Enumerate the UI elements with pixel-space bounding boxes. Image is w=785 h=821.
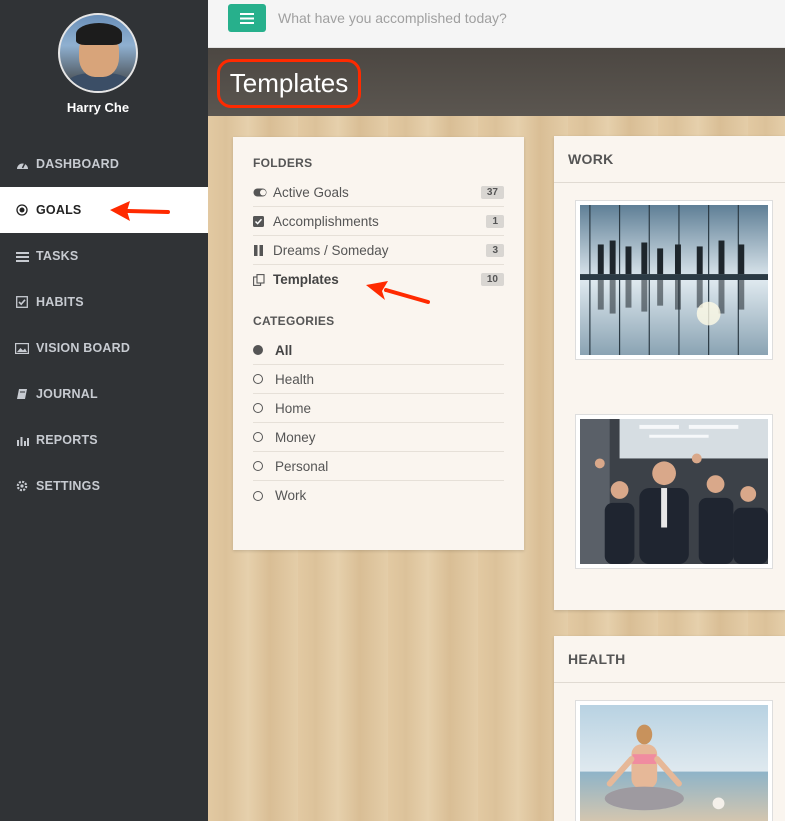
sidebar-item-label: HABITS [36,295,84,309]
category-item-home[interactable]: Home [253,394,504,423]
target-icon [13,203,31,217]
categories-heading: CATEGORIES [253,314,335,328]
sidebar-item-label: SETTINGS [36,479,101,493]
sidebar-item-label: TASKS [36,249,79,263]
sidebar-item-label: JOURNAL [36,387,98,401]
category-item-money[interactable]: Money [253,423,504,452]
bar-chart-icon [13,433,31,447]
sidebar-item-settings[interactable]: SETTINGS [0,463,208,509]
template-thumbnail[interactable] [575,414,773,569]
count-badge: 10 [480,273,504,286]
template-thumbnail[interactable] [575,700,773,821]
dashboard-icon [13,157,31,171]
template-thumbnail[interactable] [575,200,773,360]
gear-icon [13,479,31,493]
folders-heading: FOLDERS [253,156,313,170]
book-icon [13,387,31,401]
count-badge: 3 [486,243,504,257]
menu-toggle-button[interactable] [228,4,266,32]
radio-empty-icon [253,403,263,413]
pause-icon [253,244,269,256]
category-item-personal[interactable]: Personal [253,452,504,481]
category-item-work[interactable]: Work [253,481,504,510]
sidebar-item-label: DASHBOARD [36,157,120,171]
toggle-icon [253,188,269,197]
folder-item-active-goals[interactable]: Active Goals 37 [253,178,504,207]
category-card-health: HEALTH [554,636,785,821]
count-badge: 37 [480,185,504,199]
category-card-work: WORK [554,136,785,610]
sidebar-item-vision-board[interactable]: VISION BOARD [0,325,208,371]
accomplishment-input[interactable] [278,4,758,32]
top-bar [208,0,785,48]
avatar[interactable] [58,13,138,93]
card-title: WORK [554,136,785,183]
sidebar-item-habits[interactable]: HABITS [0,279,208,325]
sidebar-item-tasks[interactable]: TASKS [0,233,208,279]
category-item-all[interactable]: All [253,336,504,365]
sidebar: Harry Che DASHBOARD GOALS TASKS HABITS V… [0,0,208,821]
sidebar-item-goals[interactable]: GOALS [0,187,208,233]
annotation-arrow-icon [110,201,170,221]
radio-empty-icon [253,461,263,471]
sidebar-item-dashboard[interactable]: DASHBOARD [0,141,208,187]
celebrating-crowd-image [580,419,768,564]
image-icon [13,341,31,355]
sidebar-item-label: GOALS [36,203,82,217]
folder-panel: FOLDERS Active Goals 37 Accomplishments … [233,137,524,550]
card-title: HEALTH [554,636,785,683]
copy-icon [253,273,269,286]
folder-item-dreams-someday[interactable]: Dreams / Someday 3 [253,236,504,265]
annotation-arrow-icon [366,281,430,304]
hamburger-icon [240,12,254,24]
page-title: Templates [217,59,361,108]
folder-item-accomplishments[interactable]: Accomplishments 1 [253,207,504,236]
sidebar-item-label: REPORTS [36,433,98,447]
radio-empty-icon [253,374,263,384]
checkbox-icon [253,215,269,227]
radio-empty-icon [253,432,263,442]
list-icon [13,249,31,263]
yoga-beach-image [580,705,768,821]
radio-filled-icon [253,345,263,355]
category-item-health[interactable]: Health [253,365,504,394]
user-name: Harry Che [66,100,130,115]
check-square-icon [13,295,31,309]
business-meeting-image [580,205,768,355]
sidebar-item-reports[interactable]: REPORTS [0,417,208,463]
count-badge: 1 [486,214,504,228]
sidebar-item-label: VISION BOARD [36,341,131,355]
radio-empty-icon [253,490,263,501]
sidebar-item-journal[interactable]: JOURNAL [0,371,208,417]
